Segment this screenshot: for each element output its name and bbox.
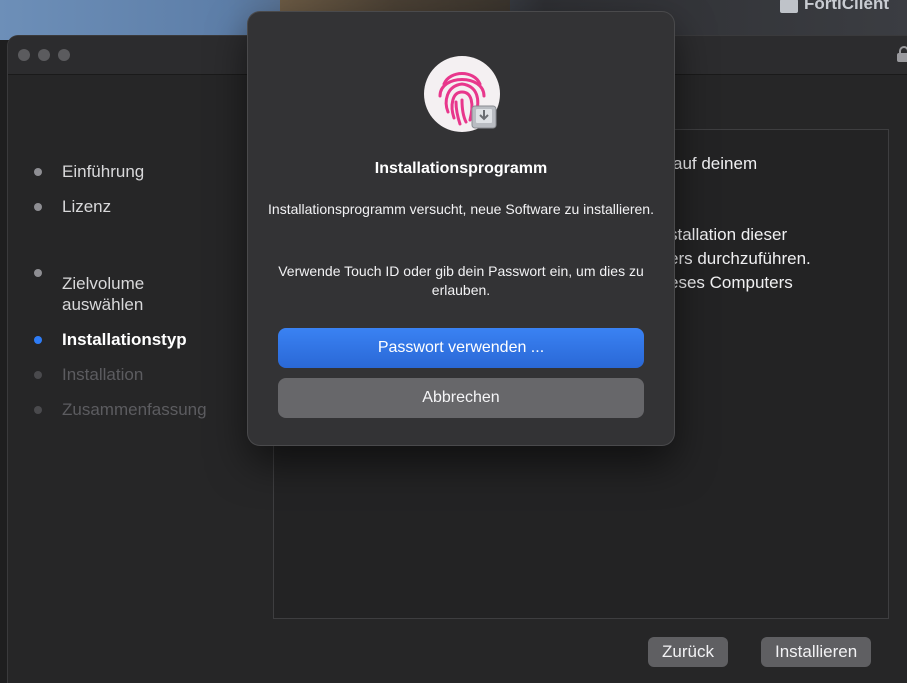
step-einfuehrung: Einführung xyxy=(34,161,264,182)
touch-id-fingerprint-icon xyxy=(424,56,500,132)
step-bullet-active-icon xyxy=(34,335,42,344)
step-label: Lizenz xyxy=(62,197,112,216)
lock-icon xyxy=(897,46,907,62)
disk-image-icon xyxy=(780,0,798,13)
step-bullet-icon xyxy=(34,370,42,379)
step-label: Zielvolume auswählen xyxy=(62,274,145,314)
step-installationstyp: Installationstyp xyxy=(34,329,264,350)
step-label: Zusammenfassung xyxy=(62,400,207,419)
dialog-message: Installationsprogramm versucht, neue Sof… xyxy=(268,201,654,217)
use-password-button[interactable]: Passwort verwenden ... xyxy=(278,328,644,368)
install-button[interactable]: Installieren xyxy=(761,637,872,667)
step-bullet-icon xyxy=(34,405,42,414)
step-lizenz: Lizenz xyxy=(34,196,264,217)
desktop-app-name: FortiClient xyxy=(804,0,889,13)
step-installation: Installation xyxy=(34,364,264,385)
step-label: Installationstyp xyxy=(62,330,187,349)
installer-steps-list: Einführung Lizenz Zielvolume auswählen I… xyxy=(34,161,264,434)
authentication-dialog: Installationsprogramm Installationsprogr… xyxy=(248,12,674,445)
content-text-line: auf deinem xyxy=(673,154,758,173)
step-bullet-icon xyxy=(34,269,42,277)
step-label: Einführung xyxy=(62,162,145,181)
dialog-title: Installationsprogramm xyxy=(374,160,548,177)
step-bullet-icon xyxy=(34,167,42,176)
back-button[interactable]: Zurück xyxy=(648,637,728,667)
step-bullet-icon xyxy=(34,202,42,211)
desktop-app-label[interactable]: FortiClient xyxy=(780,0,889,14)
step-zusammenfassung: Zusammenfassung xyxy=(34,399,264,420)
dialog-message-touchid: Verwende Touch ID oder gib dein Passwort… xyxy=(278,263,644,298)
close-window-button[interactable] xyxy=(18,49,30,61)
step-zielvolume: Zielvolume auswählen xyxy=(34,231,264,315)
step-label: Installation xyxy=(62,365,144,384)
zoom-window-button[interactable] xyxy=(58,49,70,61)
minimize-window-button[interactable] xyxy=(38,49,50,61)
content-text-line: stallation dieser xyxy=(669,225,788,244)
content-text-line: ers durchzuführen. xyxy=(669,249,811,268)
cancel-button[interactable]: Abbrechen xyxy=(278,378,644,418)
content-text-line: eses Computers xyxy=(669,273,793,292)
